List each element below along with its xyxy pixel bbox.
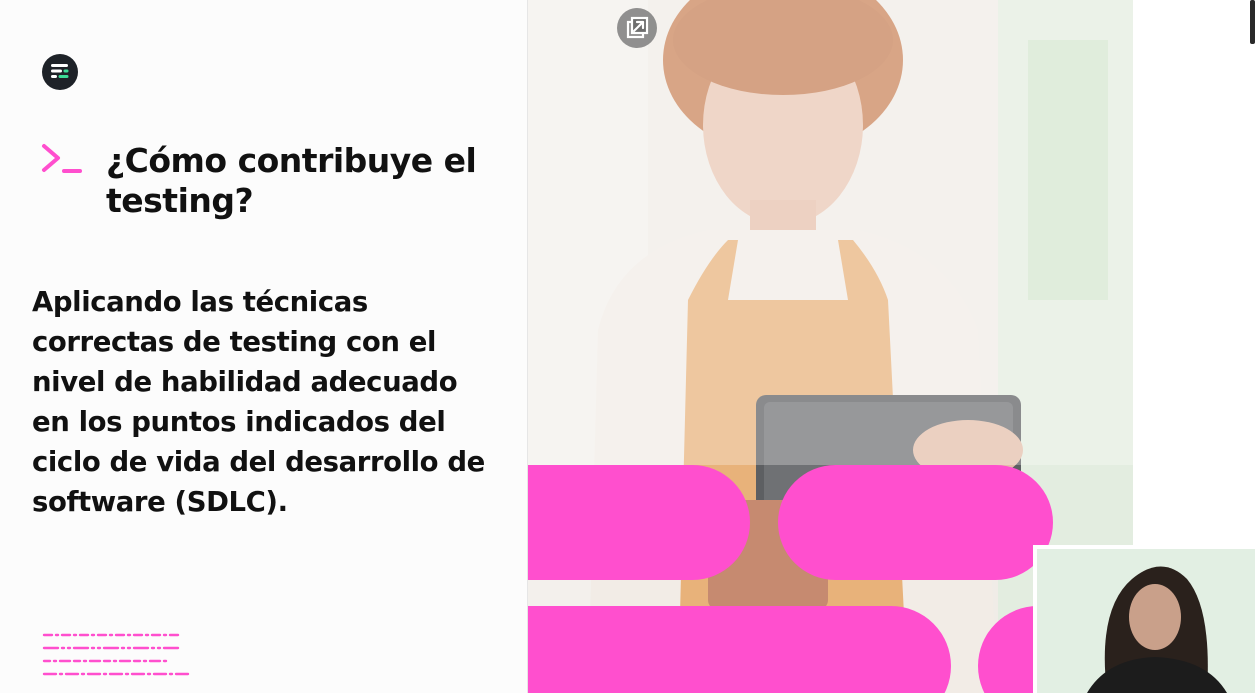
terminal-prompt-icon <box>40 142 86 178</box>
slide-body-text: Aplicando las técnicas correctas de test… <box>32 286 485 518</box>
decorative-dashed-lines <box>42 630 192 680</box>
instructor-webcam-overlay <box>1033 545 1255 693</box>
popout-button[interactable] <box>617 8 657 48</box>
scrollbar-thumb[interactable] <box>1250 0 1255 44</box>
popout-window-icon <box>626 16 649 39</box>
instructor-video <box>1037 549 1255 693</box>
slide-title: ¿Cómo contribuye el testing? <box>106 141 477 220</box>
slide-text-panel: ¿Cómo contribuye el testing? Aplicando l… <box>0 0 527 693</box>
video-player-stage: ¿Cómo contribuye el testing? Aplicando l… <box>0 0 1255 693</box>
platform-logo-icon <box>42 54 78 90</box>
